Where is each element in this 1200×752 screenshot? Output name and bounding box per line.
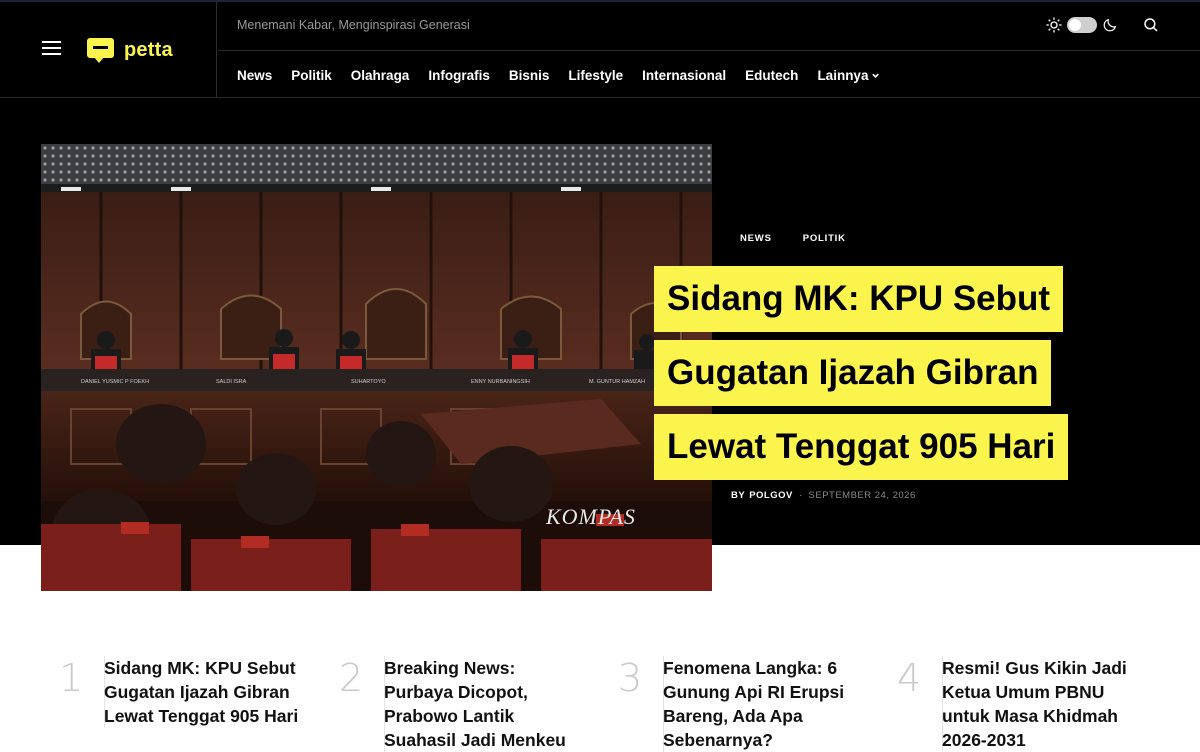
nav-item-internasional[interactable]: Internasional [642,68,726,83]
svg-text:M. GUNTUR HAMZAH: M. GUNTUR HAMZAH [589,379,645,385]
nav-item-news[interactable]: News [237,68,272,83]
nav-item-label: Bisnis [508,68,550,83]
trending-number: 1 [59,656,84,700]
category-news[interactable]: NEWS [740,233,772,244]
trending-list: 1 Sidang MK: KPU Sebut Gugatan Ijazah Gi… [59,656,1159,752]
nav-item-lifestyle[interactable]: Lifestyle [568,68,623,83]
hero-headline[interactable]: Sidang MK: KPU Sebut Gugatan Ijazah Gibr… [654,266,1154,488]
hero-image[interactable]: DANIEL YUSMIC P FOEKH SALDI ISRA SUHARTO… [41,144,712,591]
category-politik[interactable]: POLITIK [803,233,846,244]
nav-item-edutech[interactable]: Edutech [745,68,798,83]
nav-item-label: Olahraga [350,68,410,83]
nav-item-label: Internasional [642,68,727,83]
nav-item-label: Politik [291,68,332,83]
trending-number: 4 [897,656,922,700]
svg-text:DANIEL YUSMIC P FOEKH: DANIEL YUSMIC P FOEKH [81,379,149,385]
trending-number: 3 [618,656,643,700]
nav-item-label: Lifestyle [568,68,624,83]
nav-item-label: Infografis [428,68,490,83]
trending-number: 2 [339,656,364,700]
meta-separator: · [798,490,803,501]
dark-mode-toggle[interactable] [1067,17,1097,33]
trending-title[interactable]: Sidang MK: KPU Sebut Gugatan Ijazah Gibr… [104,656,309,728]
main-nav: News Politik Olahraga Infografis Bisnis … [237,68,899,83]
svg-text:SUHARTOYO: SUHARTOYO [351,379,386,385]
trending-title[interactable]: Breaking News: Purbaya Dicopot, Prabowo … [384,656,589,752]
svg-text:SALDI ISRA: SALDI ISRA [216,379,247,385]
header-tools [1045,16,1160,34]
nav-item-infografis[interactable]: Infografis [428,68,490,83]
sun-icon[interactable] [1045,16,1063,34]
svg-text:ENNY NURBANINGSIH: ENNY NURBANINGSIH [471,379,530,385]
logo-mark-icon [87,36,117,64]
chevron-down-icon [872,73,880,78]
nav-item-olahraga[interactable]: Olahraga [351,68,410,83]
hero-meta: BY POLGOV · SEPTEMBER 24, 2026 [731,490,916,501]
nav-item-bisnis[interactable]: Bisnis [509,68,550,83]
logo-text: petta [124,38,173,61]
by-label: BY [731,490,746,501]
hero-headline-line: Gugatan Ijazah Gibran [654,340,1052,406]
hero-headline-line: Lewat Tenggat 905 Hari [654,414,1069,480]
header-divider [218,50,1200,51]
hero-categories: NEWS POLITIK [740,233,877,244]
site-tagline: Menemani Kabar, Menginspirasi Generasi [237,18,470,32]
trending-title[interactable]: Resmi! Gus Kikin Jadi Ketua Umum PBNU un… [942,656,1147,752]
nav-item-lainnya[interactable]: Lainnya [817,68,880,83]
author-link[interactable]: POLGOV [749,490,793,501]
nav-item-politik[interactable]: Politik [291,68,332,83]
moon-icon[interactable] [1102,17,1118,33]
site-logo[interactable]: petta [87,36,173,64]
publish-date: SEPTEMBER 24, 2026 [808,490,916,501]
hero-headline-line: Sidang MK: KPU Sebut [654,266,1064,332]
trending-title[interactable]: Fenomena Langka: 6 Gunung Api RI Erupsi … [663,656,868,752]
search-icon[interactable] [1142,16,1160,34]
nav-item-label: Lainnya [817,68,869,83]
menu-icon[interactable] [42,41,61,57]
nav-item-label: News [237,68,273,83]
watermark-text: KOMPAS [545,504,636,529]
nav-item-label: Edutech [745,68,799,83]
brand-area: petta [0,2,217,98]
site-header: petta Menemani Kabar, Menginspirasi Gene… [0,0,1200,98]
